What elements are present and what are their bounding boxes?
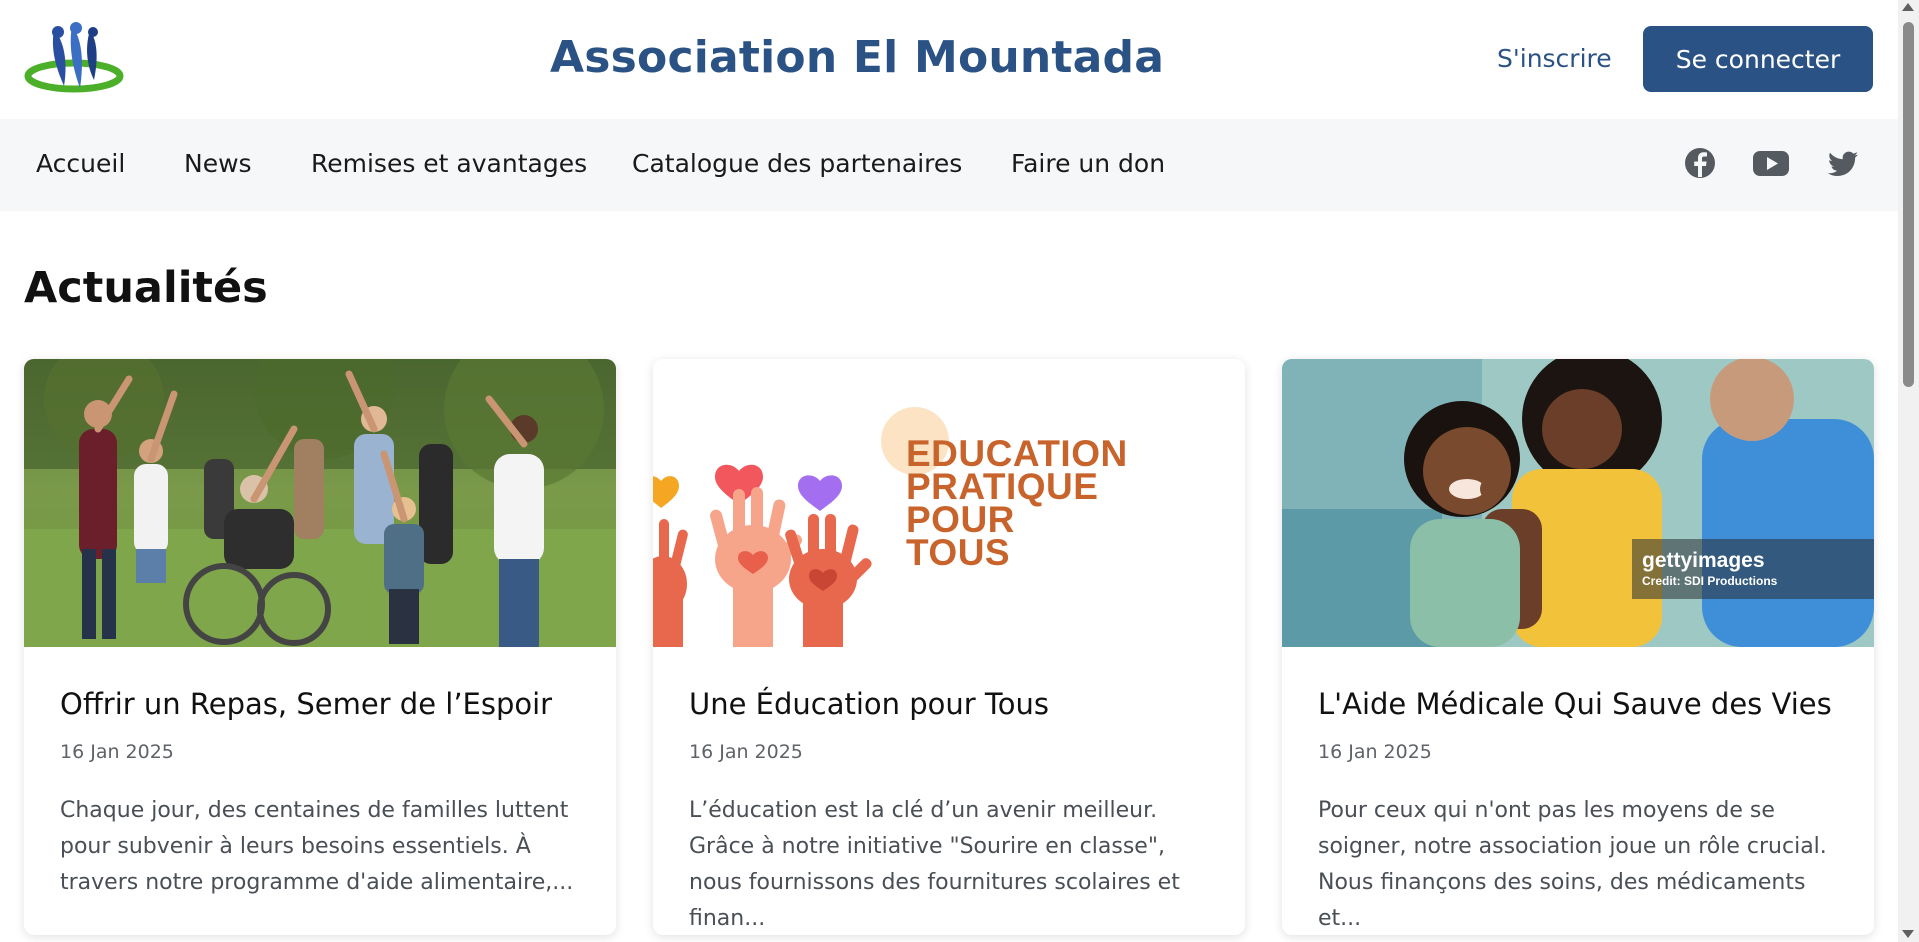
site-header: Association El Mountada S'inscrire Se co… [0,0,1898,119]
card-date: 16 Jan 2025 [1318,741,1432,763]
scroll-thumb[interactable] [1903,22,1914,387]
login-button[interactable]: Se connecter [1643,26,1873,92]
card-image-community [24,359,616,647]
nav-item-news[interactable]: News [184,149,252,178]
nav-item-don[interactable]: Faire un don [1011,149,1165,178]
card-image-education: EDUCATION PRATIQUE POUR TOUS [653,359,1245,647]
card-excerpt: Pour ceux qui n'ont pas les moyens de se… [1318,798,1827,931]
signup-link[interactable]: S'inscrire [1497,44,1612,73]
card-excerpt: L’éducation est la clé d’un avenir meill… [689,798,1180,931]
card-excerpt: Chaque jour, des centaines de familles l… [60,798,574,895]
main-nav: Accueil News Remises et avantages Catalo… [0,119,1898,211]
card-title[interactable]: Une Éducation pour Tous [689,687,1049,721]
facebook-icon[interactable] [1683,146,1717,180]
card-date: 16 Jan 2025 [60,741,174,763]
nav-item-remises[interactable]: Remises et avantages [311,149,587,178]
vertical-scrollbar[interactable] [1898,0,1919,942]
card-title[interactable]: Offrir un Repas, Semer de l’Espoir [60,687,552,721]
credit-text: Credit: SDI Productions [1642,574,1778,588]
news-card[interactable]: Offrir un Repas, Semer de l’Espoir 16 Ja… [24,359,616,935]
card-image-medical: gettyimages Credit: SDI Productions [1282,359,1874,647]
scroll-down-arrow-icon[interactable] [1902,930,1914,938]
news-card[interactable]: gettyimages Credit: SDI Productions L'Ai… [1282,359,1874,935]
card-date: 16 Jan 2025 [689,741,803,763]
section-title: Actualités [24,263,268,313]
nav-item-accueil[interactable]: Accueil [36,149,125,178]
news-card[interactable]: EDUCATION PRATIQUE POUR TOUS Une Éducati… [653,359,1245,935]
watermark-text: gettyimages [1642,549,1765,572]
nav-item-catalogue[interactable]: Catalogue des partenaires [632,149,962,178]
twitter-icon[interactable] [1826,146,1860,180]
people-logo-icon[interactable] [24,22,124,94]
scroll-up-arrow-icon[interactable] [1902,3,1914,11]
image-text-line: TOUS [906,532,1010,573]
card-title[interactable]: L'Aide Médicale Qui Sauve des Vies [1318,687,1832,721]
youtube-icon[interactable] [1752,146,1790,180]
site-title: Association El Mountada [550,32,1165,83]
